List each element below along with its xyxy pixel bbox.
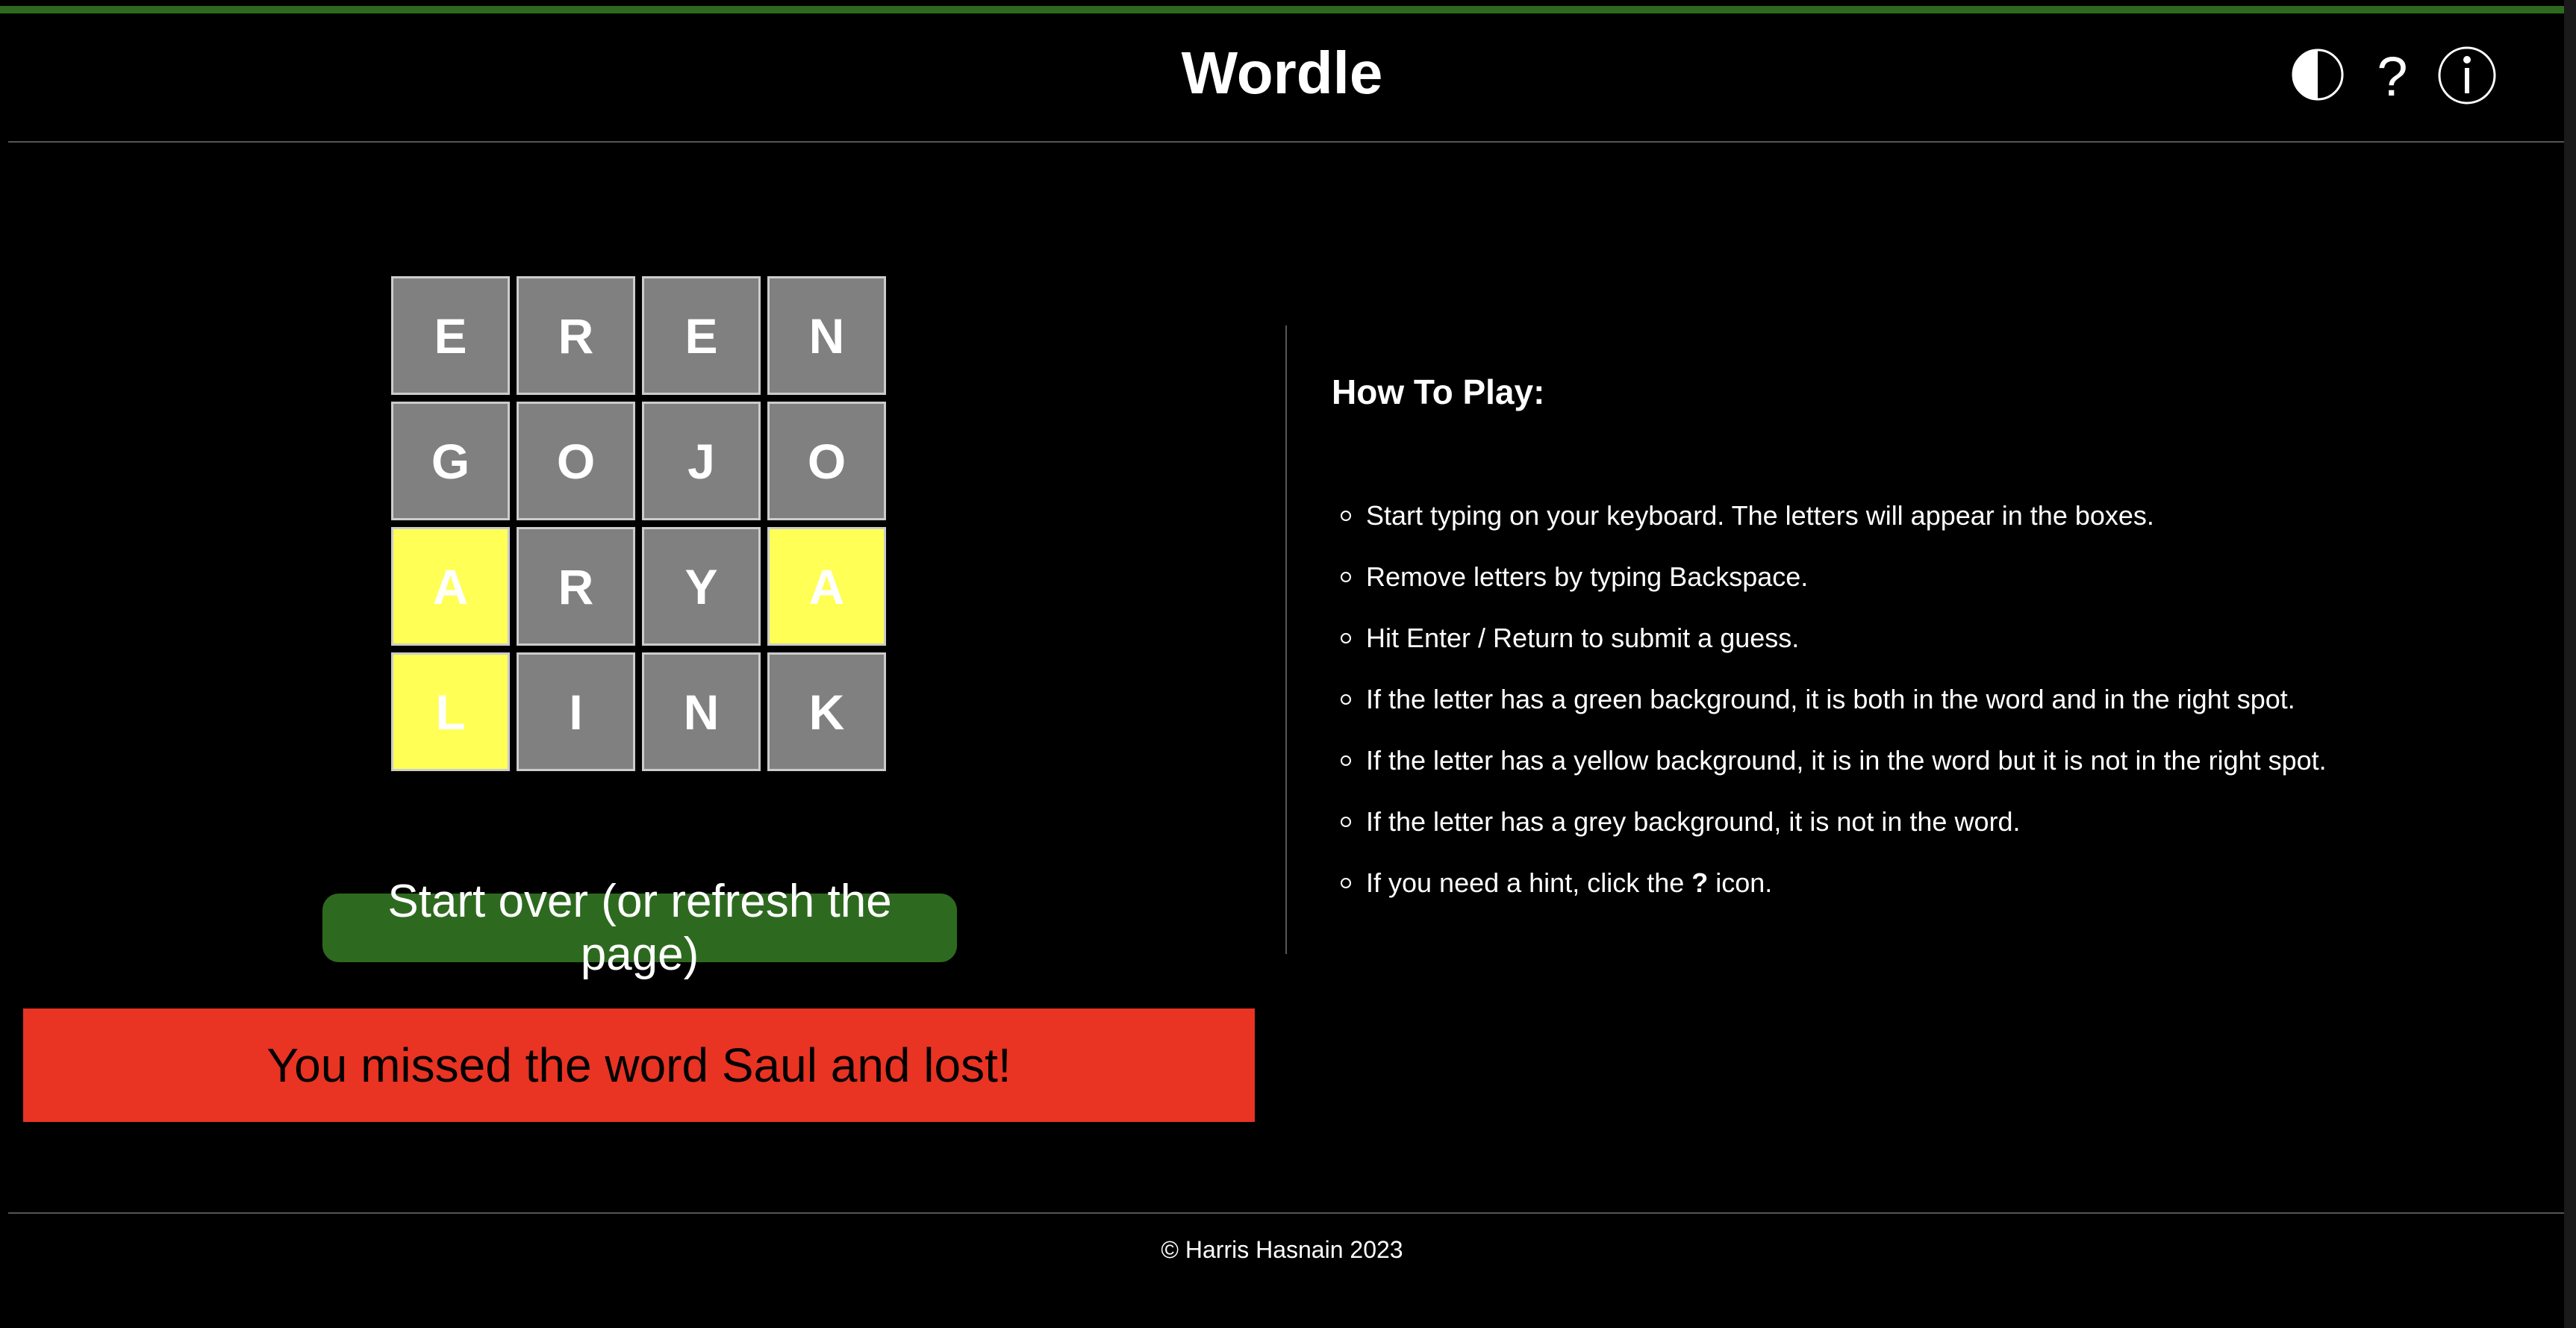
tile-present: A [767, 527, 886, 646]
rule-text: If the letter has a grey background, it … [1366, 806, 2021, 837]
rule-text: If you need a hint, click the ? icon. [1366, 867, 1772, 899]
tile-absent: N [767, 276, 886, 395]
tile-absent: O [767, 402, 886, 520]
list-item: Remove letters by typing Backspace. [1332, 546, 2327, 608]
rule-text: Start typing on your keyboard. The lette… [1366, 500, 2154, 531]
tile-present: A [391, 527, 510, 646]
tile-present: L [391, 652, 510, 771]
tile-absent: R [517, 527, 635, 646]
tile-absent: E [391, 276, 510, 395]
bullet-icon [1341, 572, 1351, 582]
question-mark-symbol: ? [1691, 867, 1709, 898]
tile-absent: K [767, 652, 886, 771]
info-icon[interactable] [2436, 45, 2498, 106]
header-divider [8, 141, 2564, 143]
list-item: If the letter has a yellow background, i… [1332, 730, 2327, 791]
bullet-icon [1341, 817, 1351, 827]
bullet-icon [1341, 878, 1351, 888]
bullet-icon [1341, 633, 1351, 643]
tile-absent: Y [642, 527, 761, 646]
tile-absent: O [517, 402, 635, 520]
rule-text: Hit Enter / Return to submit a guess. [1366, 623, 1800, 653]
list-item: If the letter has a green background, it… [1332, 669, 2327, 730]
contrast-icon[interactable] [2290, 47, 2345, 102]
tile-absent: E [642, 276, 761, 395]
tile-absent: G [391, 402, 510, 520]
vertical-divider [1285, 325, 1287, 954]
tile-absent: R [517, 276, 635, 395]
game-board: ERENGOJOARYALINK [391, 276, 886, 771]
scrollbar[interactable] [2564, 0, 2576, 1328]
rules-list: Start typing on your keyboard. The lette… [1332, 485, 2327, 914]
help-icon[interactable]: ? [2374, 51, 2411, 100]
bullet-icon [1341, 694, 1351, 705]
bullet-icon [1341, 755, 1351, 766]
tile-absent: N [642, 652, 761, 771]
page-title: Wordle [1181, 40, 1383, 106]
list-item: If the letter has a grey background, it … [1332, 791, 2327, 852]
list-item: If you need a hint, click the ? icon. [1332, 852, 2327, 914]
how-to-play-heading: How To Play: [1332, 372, 1545, 411]
list-item: Hit Enter / Return to submit a guess. [1332, 608, 2327, 669]
footer-copyright: © Harris Hasnain 2023 [1161, 1236, 1403, 1263]
tile-absent: J [642, 402, 761, 520]
tile-absent: I [517, 652, 635, 771]
svg-text:?: ? [2377, 51, 2407, 100]
footer-divider [8, 1212, 2564, 1214]
rule-text: If the letter has a yellow background, i… [1366, 745, 2327, 776]
start-over-button[interactable]: Start over (or refresh the page) [322, 876, 957, 980]
hint-text-before: If you need a hint, click the [1366, 867, 1692, 898]
result-banner: You missed the word Saul and lost! [23, 1009, 1255, 1122]
top-accent-bar [0, 6, 2564, 13]
bullet-icon [1341, 511, 1351, 521]
rule-text: If the letter has a green background, it… [1366, 684, 2295, 714]
list-item: Start typing on your keyboard. The lette… [1332, 485, 2327, 546]
rule-text: Remove letters by typing Backspace. [1366, 561, 1809, 592]
hint-text-after: icon. [1708, 867, 1773, 898]
